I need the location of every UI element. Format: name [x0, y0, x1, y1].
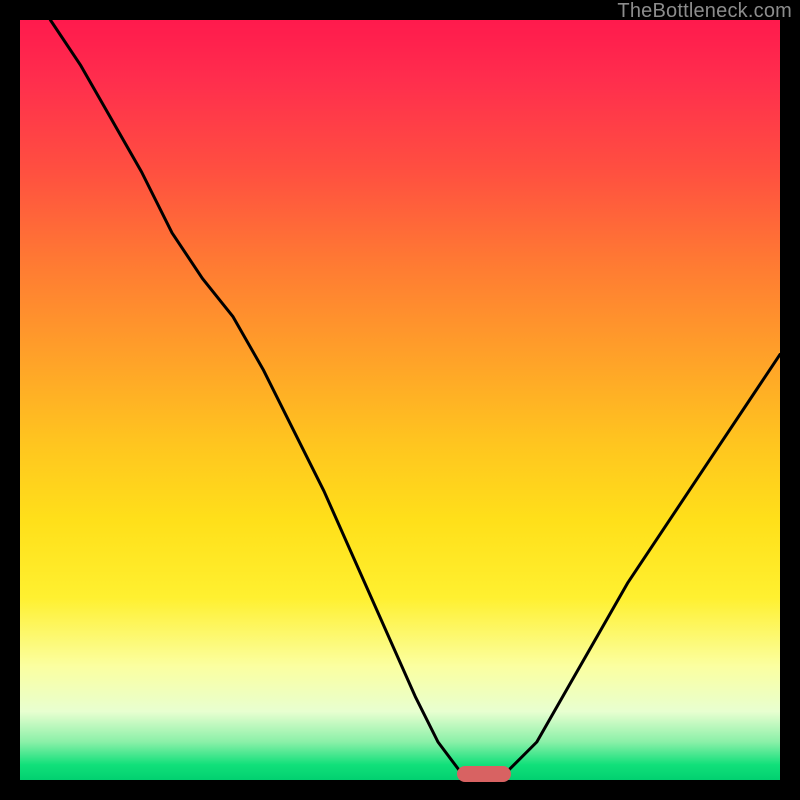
watermark-text: TheBottleneck.com — [617, 0, 792, 23]
optimum-marker — [457, 766, 511, 782]
bottleneck-curve — [20, 20, 780, 780]
chart-container: TheBottleneck.com — [0, 0, 800, 800]
